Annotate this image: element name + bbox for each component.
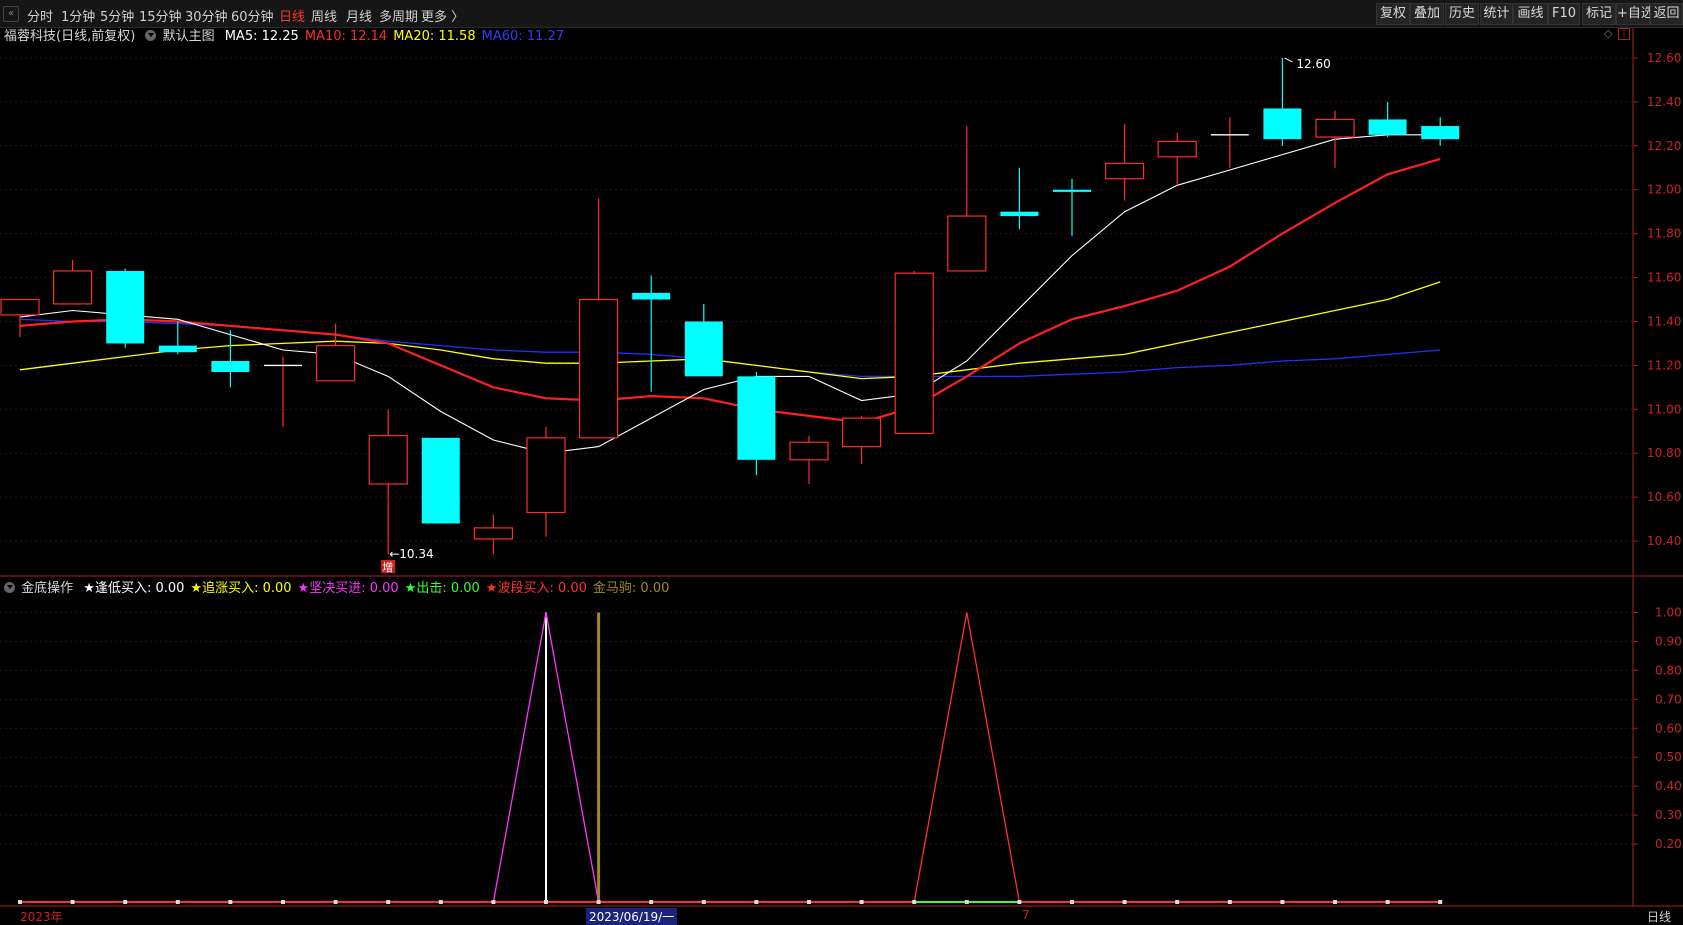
y-tick-label: 11.80 xyxy=(1647,227,1681,241)
y-tick-label: 0.90 xyxy=(1655,634,1682,648)
y-tick-label: 12.40 xyxy=(1647,95,1681,109)
candle-body xyxy=(1157,140,1197,158)
baseline-marker xyxy=(123,900,128,904)
crosshair-date-label: 2023/06/19/一 xyxy=(586,908,678,925)
baseline-marker xyxy=(1385,900,1390,904)
baseline-marker xyxy=(1070,900,1074,904)
candle-body xyxy=(684,321,723,377)
baseline-marker xyxy=(859,900,864,904)
y-tick-label: 0.70 xyxy=(1655,692,1682,706)
y-tick-label: 11.60 xyxy=(1647,271,1681,285)
stock-chart[interactable]: 12.60 12.40 12.20 12.00 11.80 11.60 11.40 11.20… xyxy=(0,0,1683,924)
candle-body xyxy=(947,215,987,272)
baseline-marker xyxy=(18,900,22,904)
candle-body xyxy=(473,527,513,540)
y-tick-label: 0.20 xyxy=(1655,837,1682,851)
annotation-arrow xyxy=(1284,57,1293,63)
candle-body xyxy=(1263,108,1302,140)
baseline-marker xyxy=(281,900,285,904)
high-annotation: 12.60 xyxy=(1296,57,1330,71)
candle-body xyxy=(1368,119,1407,135)
y-tick-label: 11.00 xyxy=(1647,402,1681,416)
y-tick-label: 12.00 xyxy=(1647,183,1681,197)
x-axis-label: 2023年 xyxy=(20,910,63,924)
baseline-marker xyxy=(649,900,654,904)
baseline-marker xyxy=(491,900,496,904)
y-tick-label: 0.30 xyxy=(1655,808,1682,822)
baseline-marker xyxy=(333,900,338,904)
candle-body xyxy=(1053,189,1091,192)
baseline-marker xyxy=(1122,900,1127,904)
baseline-marker xyxy=(1227,900,1232,904)
low-annotation: ←10.34 xyxy=(389,547,433,561)
baseline-marker xyxy=(596,900,601,904)
baseline-marker xyxy=(1017,900,1022,904)
candle-body xyxy=(316,345,356,382)
signal-badge-text: 增 xyxy=(382,560,393,574)
candle-body xyxy=(1104,162,1145,180)
y-tick-label: 11.40 xyxy=(1647,314,1681,328)
candle-body xyxy=(211,360,250,372)
y-tick-label: 1.00 xyxy=(1655,605,1682,619)
baseline-marker xyxy=(807,900,811,904)
x-axis-label: 7 xyxy=(1022,908,1030,922)
candle-body xyxy=(421,437,460,524)
y-tick-label: 12.20 xyxy=(1647,139,1681,153)
baseline-marker xyxy=(175,900,180,904)
period-label: 日线 xyxy=(1647,910,1672,924)
candle-body xyxy=(578,298,619,439)
baseline-marker xyxy=(228,900,233,904)
y-tick-label: 0.80 xyxy=(1655,663,1682,677)
candle-body xyxy=(1000,211,1039,217)
candle-body xyxy=(737,376,776,460)
baseline-marker xyxy=(70,900,75,904)
candle-body xyxy=(1421,126,1460,140)
candle-body xyxy=(526,437,566,514)
y-tick-label: 0.50 xyxy=(1655,750,1682,764)
y-tick-label: 10.40 xyxy=(1647,534,1681,548)
y-tick-label: 10.60 xyxy=(1647,490,1681,504)
baseline-marker xyxy=(964,900,969,904)
candle-body xyxy=(632,292,671,300)
baseline-marker xyxy=(1438,900,1443,904)
baseline-marker xyxy=(1333,900,1337,904)
candle-body xyxy=(894,272,934,435)
baseline-marker xyxy=(912,900,917,904)
candle-body xyxy=(368,435,408,485)
candle-body xyxy=(0,298,40,316)
candle-body xyxy=(158,345,197,353)
candle-body xyxy=(841,417,882,448)
baseline-marker xyxy=(438,900,443,904)
candle-body xyxy=(1315,118,1355,138)
candle-body xyxy=(106,270,145,344)
ma5-line xyxy=(19,134,1441,454)
baseline-marker xyxy=(701,900,706,904)
candle-body xyxy=(52,270,93,305)
baseline-marker xyxy=(386,900,391,904)
y-tick-label: 0.40 xyxy=(1655,779,1682,793)
baseline-marker xyxy=(754,900,759,904)
candle-body xyxy=(789,441,829,461)
y-tick-label: 11.20 xyxy=(1647,358,1681,372)
y-tick-label: 0.60 xyxy=(1655,721,1682,735)
y-tick-label: 12.60 xyxy=(1647,51,1681,65)
baseline-marker xyxy=(544,900,548,904)
y-tick-label: 10.80 xyxy=(1647,446,1681,460)
baseline-marker xyxy=(1175,900,1180,904)
baseline-marker xyxy=(1280,900,1285,904)
